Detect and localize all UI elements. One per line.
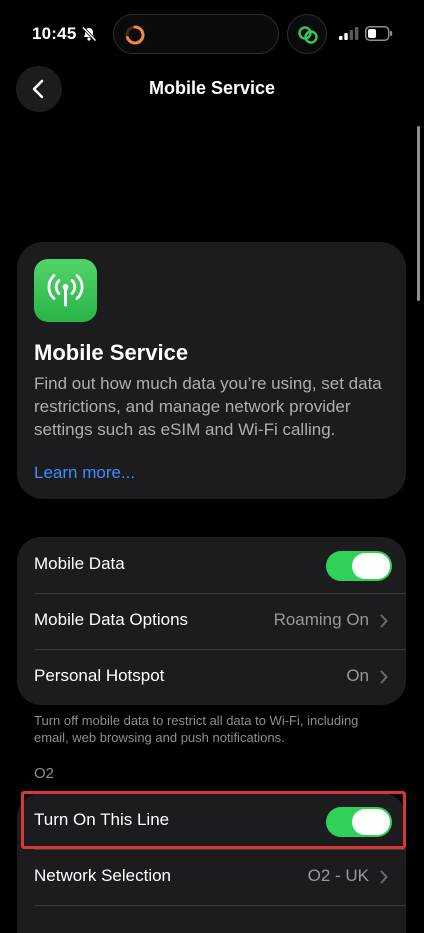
personal-hotspot-label: Personal Hotspot: [34, 666, 165, 685]
mobile-data-row[interactable]: Mobile Data: [17, 537, 406, 593]
chevron-right-icon: [380, 870, 388, 884]
network-selection-value: O2 - UK: [307, 866, 369, 885]
card-description: Find out how much data you’re using, set…: [34, 374, 382, 439]
highlight-box: [21, 791, 406, 849]
battery-icon: [365, 26, 393, 41]
page-title: Mobile Service: [148, 78, 276, 98]
divider: [34, 905, 406, 906]
link-icon: [298, 26, 318, 44]
mobile-data-label: Mobile Data: [34, 554, 125, 573]
chevron-right-icon: [380, 670, 388, 684]
personal-hotspot-value: On: [346, 666, 369, 685]
personal-hotspot-row[interactable]: Personal Hotspot On: [17, 649, 406, 705]
learn-more-link[interactable]: Learn more...: [34, 463, 135, 483]
mobile-data-options-value: Roaming On: [273, 610, 369, 629]
info-card: Mobile Service Find out how much data yo…: [17, 242, 406, 499]
carrier-section-header: O2: [34, 765, 55, 782]
network-selection-label: Network Selection: [34, 866, 172, 885]
status-bar: 10:45: [0, 0, 424, 68]
mobile-data-footer: Turn off mobile data to restrict all dat…: [34, 713, 359, 745]
mobile-data-toggle[interactable]: [326, 551, 392, 581]
signal-icon: [339, 27, 359, 40]
bell-slash-icon: [81, 26, 97, 42]
scrollbar[interactable]: [417, 126, 420, 301]
network-selection-row[interactable]: Network Selection O2 - UK: [17, 849, 406, 905]
card-title: Mobile Service: [34, 340, 189, 365]
toggle-knob: [352, 553, 390, 579]
link-status-pill[interactable]: [287, 14, 327, 54]
activity-ring-icon: [125, 25, 145, 45]
mobile-data-options-label: Mobile Data Options: [34, 610, 189, 629]
mobile-data-group: Mobile Data Mobile Data Options Roaming …: [17, 537, 406, 705]
antenna-icon: [34, 259, 97, 322]
dynamic-island[interactable]: [113, 14, 279, 54]
status-time: 10:45: [32, 24, 77, 43]
chevron-right-icon: [380, 614, 388, 628]
mobile-data-options-row[interactable]: Mobile Data Options Roaming On: [17, 593, 406, 649]
